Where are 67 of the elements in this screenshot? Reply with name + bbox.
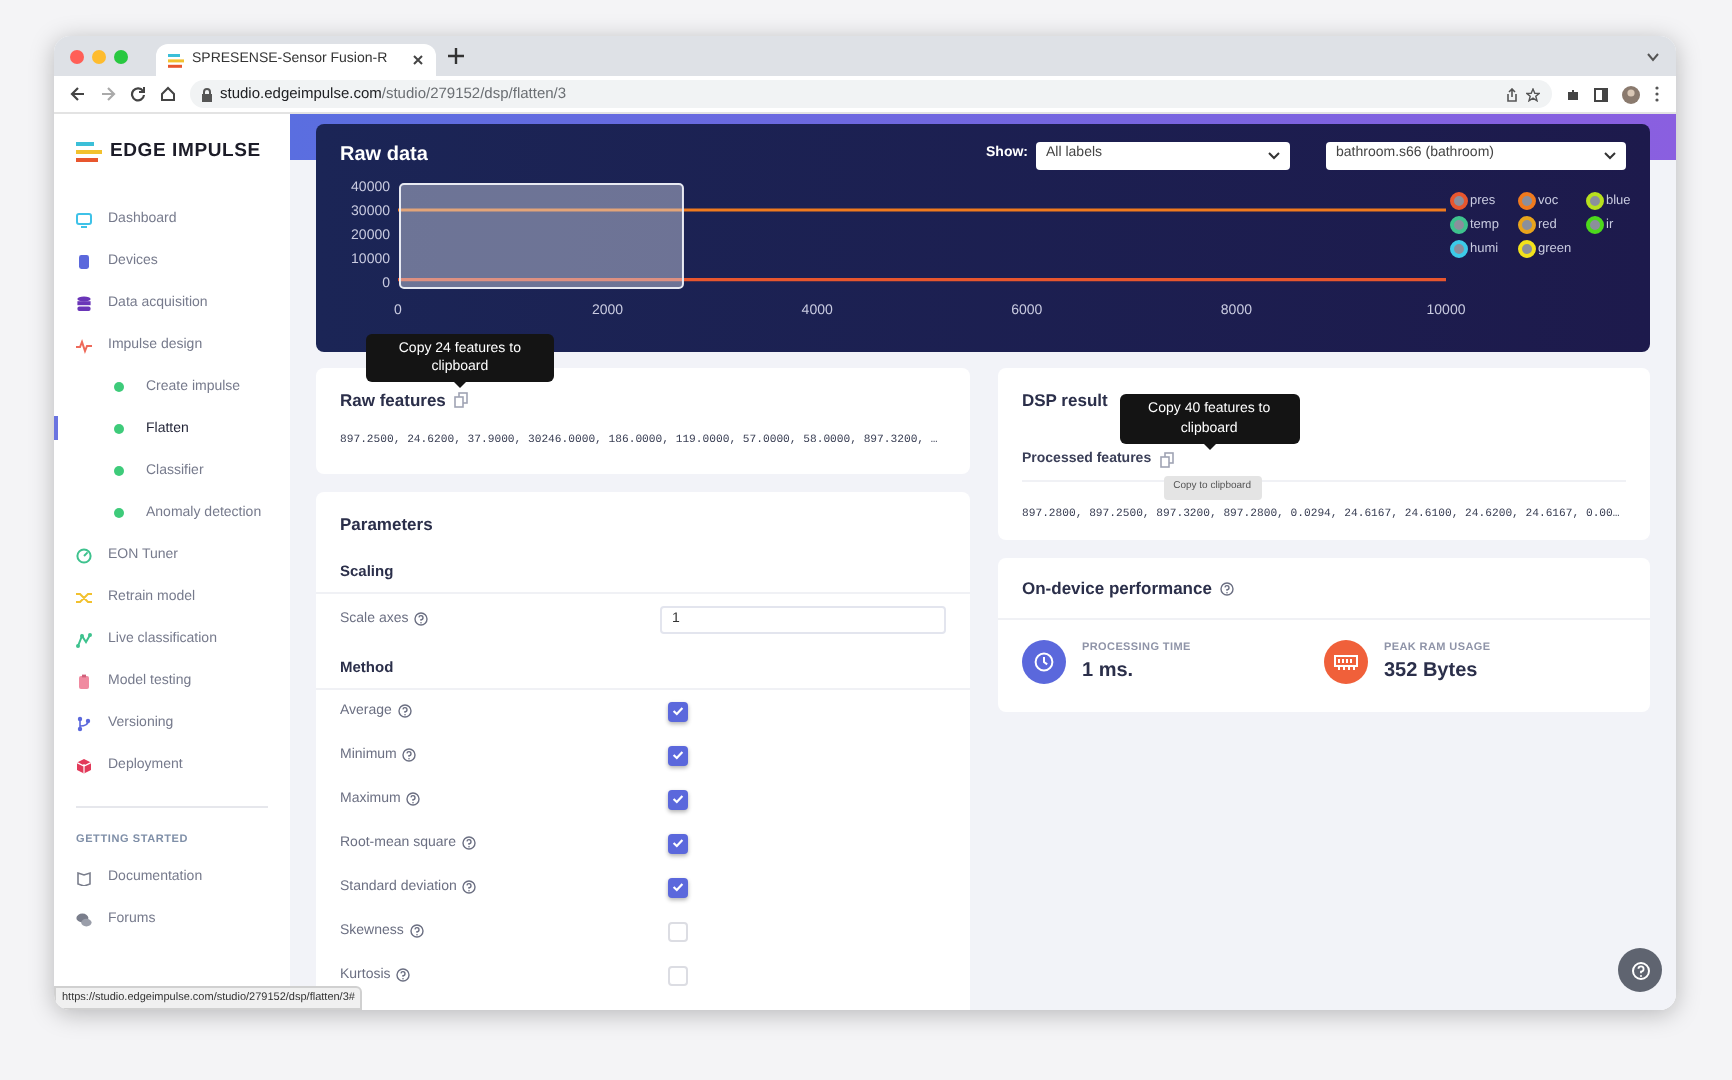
help-icon[interactable] [409,924,424,939]
avatar-icon[interactable] [1622,85,1640,103]
metric-value: 1 ms. [1082,658,1136,686]
checkbox[interactable] [668,701,688,722]
selection-indicator [54,416,58,440]
package-icon [76,757,92,774]
star-icon[interactable] [1526,87,1540,101]
help-icon[interactable] [461,836,476,851]
checkbox[interactable] [668,833,688,854]
panel-title: Raw data [340,142,428,170]
phone-icon [76,253,92,270]
clock-icon [1034,652,1054,673]
memory-chip-icon [1334,654,1358,671]
back-icon[interactable] [70,86,86,102]
help-icon[interactable] [406,792,421,807]
chat-icon [76,912,92,928]
database-icon [76,295,92,312]
menu-icon[interactable] [1654,86,1660,102]
help-icon[interactable] [402,748,417,763]
status-dot-icon [114,424,124,435]
status-dot-icon [114,382,124,393]
home-icon[interactable] [160,86,176,102]
logo-text: EDGE IMPULSE [110,138,261,166]
card-title: DSP result [1022,390,1108,410]
caret-icon [1268,151,1280,159]
help-icon[interactable] [414,612,429,627]
help-icon [1631,961,1649,979]
reload-icon[interactable] [130,86,146,102]
share-icon[interactable] [1506,87,1518,101]
help-icon[interactable] [396,968,411,983]
check-icon [672,750,684,761]
branch-icon [76,715,92,732]
card-title: On-device performance [1022,576,1212,602]
logo-icon [76,142,102,163]
chevron-down-icon[interactable] [1646,51,1660,61]
check-icon [672,794,684,805]
check-icon [672,706,684,717]
monitor-icon [76,211,92,228]
pulse-icon [76,337,92,354]
network-icon [76,631,92,648]
new-tab-icon[interactable] [448,48,464,64]
close-icon[interactable] [412,54,424,66]
lock-icon [202,87,212,101]
check-icon [672,838,684,849]
status-dot-icon [114,466,124,477]
check-icon [672,882,684,893]
puzzle-icon[interactable] [1566,87,1580,101]
status-dot-icon [114,508,124,519]
logo-icon [168,53,184,67]
help-icon[interactable] [1219,581,1234,596]
sidebar-icon[interactable] [1594,87,1608,101]
checkbox[interactable] [668,745,688,766]
checkbox[interactable] [668,921,688,942]
help-icon[interactable] [462,880,477,895]
checkbox[interactable] [668,965,688,986]
clipboard-icon [76,673,92,690]
checkbox[interactable] [668,789,688,810]
caret-icon [1604,151,1616,159]
gauge-icon [76,547,92,564]
selection-window[interactable] [399,183,684,289]
help-icon[interactable] [397,704,412,719]
shuffle-icon [76,589,92,606]
card-title: Parameters [340,512,435,538]
metric-value: 352 Bytes [1384,658,1480,686]
checkbox[interactable] [668,877,688,898]
book-icon [76,870,92,886]
card-title: Raw features [340,388,446,414]
